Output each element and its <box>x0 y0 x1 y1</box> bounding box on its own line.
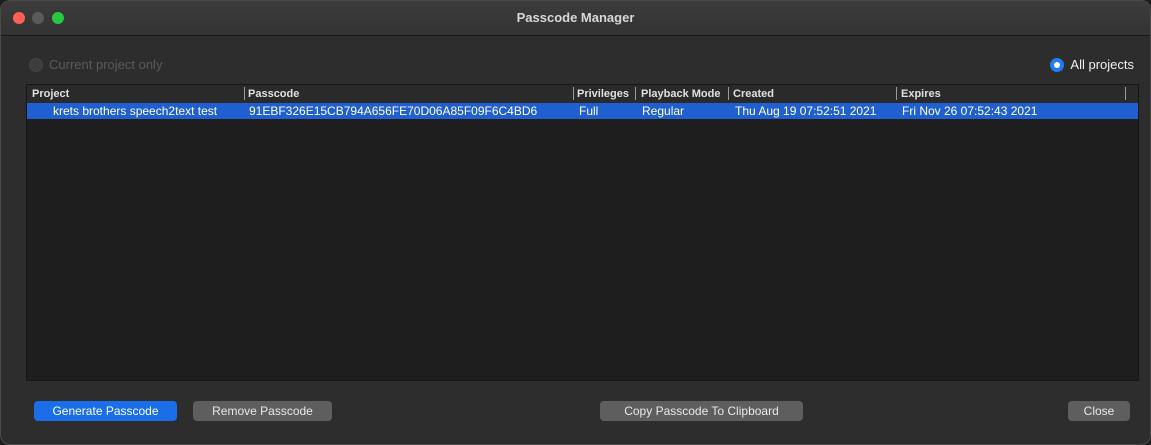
column-separator[interactable] <box>573 87 574 100</box>
column-separator[interactable] <box>1125 87 1126 100</box>
title-bar[interactable]: Passcode Manager <box>1 1 1150 36</box>
current-project-only-radio[interactable]: Current project only <box>29 57 162 72</box>
column-header-created[interactable]: Created <box>733 88 774 100</box>
generate-passcode-button[interactable]: Generate Passcode <box>34 401 177 421</box>
cell-playback-mode: Regular <box>642 104 685 118</box>
cell-privileges: Full <box>579 104 599 118</box>
cell-passcode: 91EBF326E15CB794A656FE70D06A85F09F6C4BD6 <box>249 104 538 118</box>
column-header-privileges[interactable]: Privileges <box>577 88 629 100</box>
column-header-passcode[interactable]: Passcode <box>248 88 299 100</box>
passcode-manager-window: Passcode Manager Current project only Al… <box>0 0 1151 445</box>
radio-unchecked-icon <box>29 57 43 72</box>
column-separator[interactable] <box>896 87 897 100</box>
window-title: Passcode Manager <box>516 10 635 25</box>
cell-created: Thu Aug 19 07:52:51 2021 <box>735 104 877 118</box>
column-header-playback-mode[interactable]: Playback Mode <box>641 88 720 100</box>
column-header-expires[interactable]: Expires <box>901 88 941 100</box>
table-header: Project Passcode Privileges Playback Mod… <box>27 85 1138 104</box>
current-project-only-label: Current project only <box>49 57 163 72</box>
cell-expires: Fri Nov 26 07:52:43 2021 <box>902 104 1038 118</box>
remove-passcode-button[interactable]: Remove Passcode <box>193 401 332 421</box>
column-separator[interactable] <box>244 87 245 100</box>
radio-checked-icon <box>1050 57 1065 72</box>
cell-project: krets brothers speech2text test <box>53 104 218 118</box>
close-button[interactable]: Close <box>1068 401 1130 421</box>
column-separator[interactable] <box>635 87 636 100</box>
all-projects-radio[interactable]: All projects <box>1050 57 1134 72</box>
copy-passcode-button[interactable]: Copy Passcode To Clipboard <box>600 401 803 421</box>
all-projects-label: All projects <box>1070 57 1134 72</box>
column-header-project[interactable]: Project <box>32 88 69 100</box>
passcode-table[interactable]: Project Passcode Privileges Playback Mod… <box>26 84 1139 381</box>
column-separator[interactable] <box>728 87 729 100</box>
table-row[interactable]: krets brothers speech2text test 91EBF326… <box>27 103 1138 119</box>
